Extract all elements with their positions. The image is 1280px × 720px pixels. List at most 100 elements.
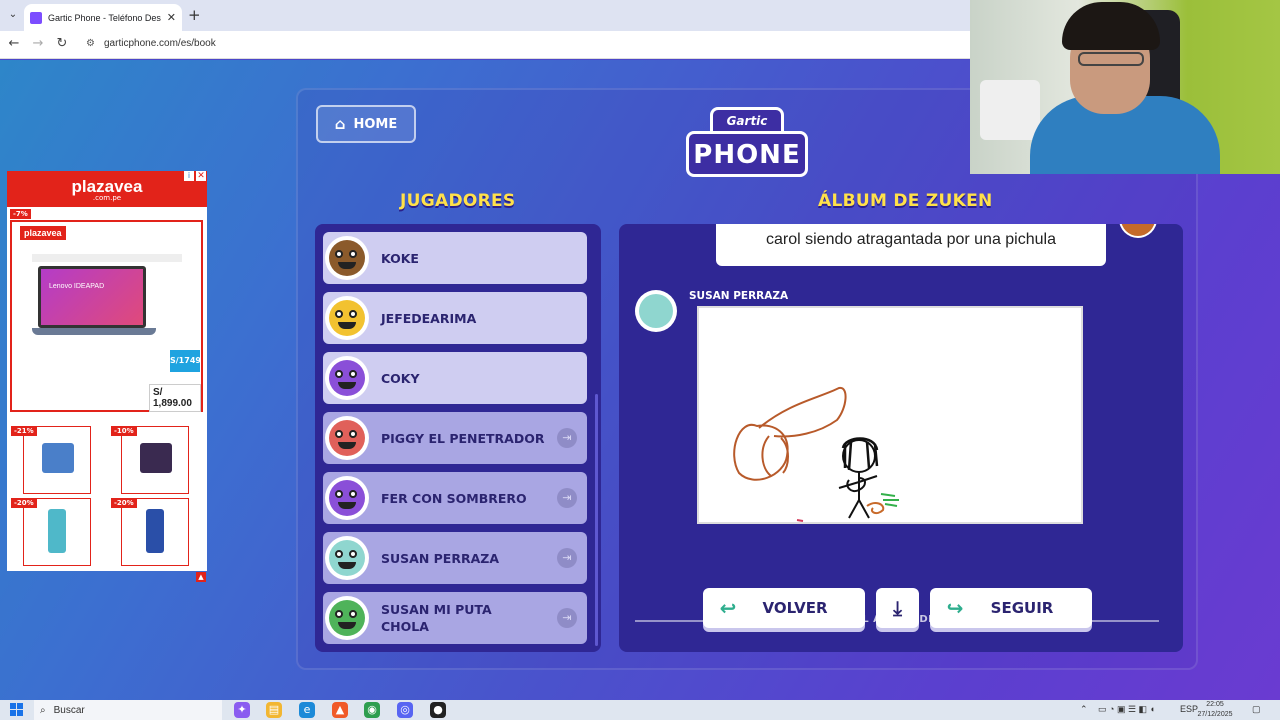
- taskbar-search[interactable]: ⌕ Buscar: [34, 700, 222, 720]
- ad-product-tile[interactable]: [121, 426, 189, 494]
- home-label: HOME: [353, 116, 398, 132]
- ad-product-discount: -20%: [111, 498, 137, 508]
- avatar-eye: [335, 370, 343, 378]
- avatar-eye: [335, 430, 343, 438]
- back-button[interactable]: ↩ VOLVER: [703, 588, 865, 628]
- reload-icon[interactable]: ↻: [54, 36, 70, 52]
- player-name: JEFEDEARIMA: [381, 311, 477, 326]
- ad-product-discount: -21%: [11, 426, 37, 436]
- tray-icons[interactable]: ▭ ◔ ▣ ☰ ◧ ◖: [1098, 704, 1155, 715]
- kick-player-icon[interactable]: ⇥: [557, 548, 577, 568]
- ad-header: plazavea .com.pe i ✕: [7, 171, 207, 207]
- address-bar[interactable]: garticphone.com/es/book: [104, 38, 216, 49]
- back-arrow-icon[interactable]: ←: [6, 36, 22, 52]
- ad-product-tile[interactable]: [23, 426, 91, 494]
- chrome-icon[interactable]: ◉: [364, 702, 380, 718]
- avatar-face: [639, 294, 673, 328]
- brave-icon[interactable]: ▲: [332, 702, 348, 718]
- player-name: FER CON SOMBRERO: [381, 491, 527, 506]
- advertisement[interactable]: plazavea .com.pe i ✕ -7% plazavea Lenovo…: [7, 171, 207, 571]
- new-tab-button[interactable]: +: [188, 6, 201, 24]
- player-item: PIGGY EL PENETRADOR ⇥: [323, 412, 587, 464]
- ad-product-discount: -20%: [11, 498, 37, 508]
- webcam-person-glasses: [1078, 52, 1144, 66]
- ad-discount-badge: -7%: [10, 209, 31, 219]
- avatar-face: [329, 300, 365, 336]
- ad-oh-price: S/1749: [170, 350, 201, 372]
- ad-main-product[interactable]: plazavea Lenovo IDEAPAD S/1749 S/ 1,899.…: [10, 220, 203, 412]
- avatar-eye: [349, 550, 357, 558]
- player-name: PIGGY EL PENETRADOR: [381, 431, 545, 446]
- kick-player-icon[interactable]: ⇥: [557, 428, 577, 448]
- back-label: VOLVER: [762, 599, 828, 617]
- start-button[interactable]: [10, 703, 23, 716]
- avatar-eye: [335, 310, 343, 318]
- player-avatar: [325, 296, 369, 340]
- next-arrow-icon: ↪: [946, 596, 964, 620]
- next-button[interactable]: ↪ SEGUIR: [930, 588, 1092, 628]
- ad-product-tile[interactable]: [23, 498, 91, 566]
- ad-choices-icon[interactable]: ▲: [196, 572, 206, 582]
- forward-arrow-icon[interactable]: →: [30, 36, 46, 52]
- bottle-thumbnail: [146, 509, 164, 553]
- player-item: FER CON SOMBRERO ⇥: [323, 472, 587, 524]
- players-list[interactable]: KOKE JEFEDEARIMA COKY PIGGY EL PENETRADO…: [315, 224, 601, 652]
- avatar-eye: [349, 430, 357, 438]
- notifications-icon[interactable]: ▢: [1252, 704, 1261, 715]
- ad-info-icon[interactable]: i: [184, 171, 194, 181]
- avatar-eye: [349, 610, 357, 618]
- edge-icon[interactable]: e: [299, 702, 315, 718]
- laptop-image: Lenovo IDEAPAD: [38, 266, 146, 328]
- ad-product-tile[interactable]: [121, 498, 189, 566]
- browser-tab[interactable]: Gartic Phone - Teléfono Descon ✕: [24, 4, 182, 31]
- obs-icon[interactable]: ●: [430, 702, 446, 718]
- player-avatar: [325, 536, 369, 580]
- clock-date: 27/12/2025: [1197, 711, 1233, 718]
- tray-chevron-icon[interactable]: ⌃: [1080, 704, 1088, 715]
- ad-price: S/ 1,899.00: [149, 384, 201, 412]
- download-button[interactable]: ⤓: [876, 588, 919, 628]
- avatar-eye: [349, 310, 357, 318]
- player-name: SUSAN PERRAZA: [381, 551, 500, 566]
- search-icon: ⌕: [40, 704, 46, 716]
- taskbar-clock[interactable]: 22:05 27/12/2025: [1195, 700, 1235, 720]
- album-phrase: carol siendo atragantada por una pichula: [716, 224, 1106, 266]
- home-button[interactable]: ⌂ HOME: [316, 105, 416, 143]
- drawing-image: [733, 386, 899, 522]
- avatar-eye: [335, 550, 343, 558]
- player-avatar: [325, 596, 369, 640]
- avatar-eye: [335, 610, 343, 618]
- logo-main-plate: PHONE: [686, 131, 808, 177]
- avatar-face: [329, 600, 365, 636]
- kick-player-icon[interactable]: ⇥: [557, 608, 577, 628]
- copilot-icon[interactable]: ✦: [234, 702, 250, 718]
- tab-list-dropdown-icon[interactable]: ⌄: [6, 8, 20, 22]
- drawing-author-name: SUSAN PERRAZA: [689, 290, 789, 302]
- player-name: COKY: [381, 371, 420, 386]
- ad-close-icon[interactable]: ✕: [196, 171, 206, 181]
- file-explorer-icon[interactable]: ▤: [266, 702, 282, 718]
- avatar-eye: [349, 370, 357, 378]
- kick-player-icon[interactable]: ⇥: [557, 488, 577, 508]
- home-icon: ⌂: [334, 115, 346, 133]
- discord-icon[interactable]: ◎: [397, 702, 413, 718]
- player-avatar: [325, 416, 369, 460]
- player-avatar: [325, 236, 369, 280]
- close-tab-icon[interactable]: ✕: [167, 11, 176, 24]
- product-thumbnail: [140, 443, 172, 473]
- laptop-brand-text: Lenovo IDEAPAD: [49, 283, 105, 290]
- ad-mini-logo: plazavea: [20, 226, 66, 240]
- players-scrollbar[interactable]: [595, 394, 598, 646]
- site-info-icon[interactable]: ⚙: [86, 38, 95, 49]
- tab-title: Gartic Phone - Teléfono Descon: [48, 12, 161, 23]
- avatar-face: [329, 540, 365, 576]
- avatar-eye: [349, 490, 357, 498]
- player-avatar: [325, 356, 369, 400]
- gartic-favicon-icon: [30, 11, 42, 24]
- webcam-overlay: [970, 0, 1280, 174]
- avatar-eye: [335, 490, 343, 498]
- bottle-thumbnail: [48, 509, 66, 553]
- clock-time: 22:05: [1206, 701, 1224, 708]
- author-avatar: [635, 290, 677, 332]
- ad-specs-strip: [32, 254, 182, 262]
